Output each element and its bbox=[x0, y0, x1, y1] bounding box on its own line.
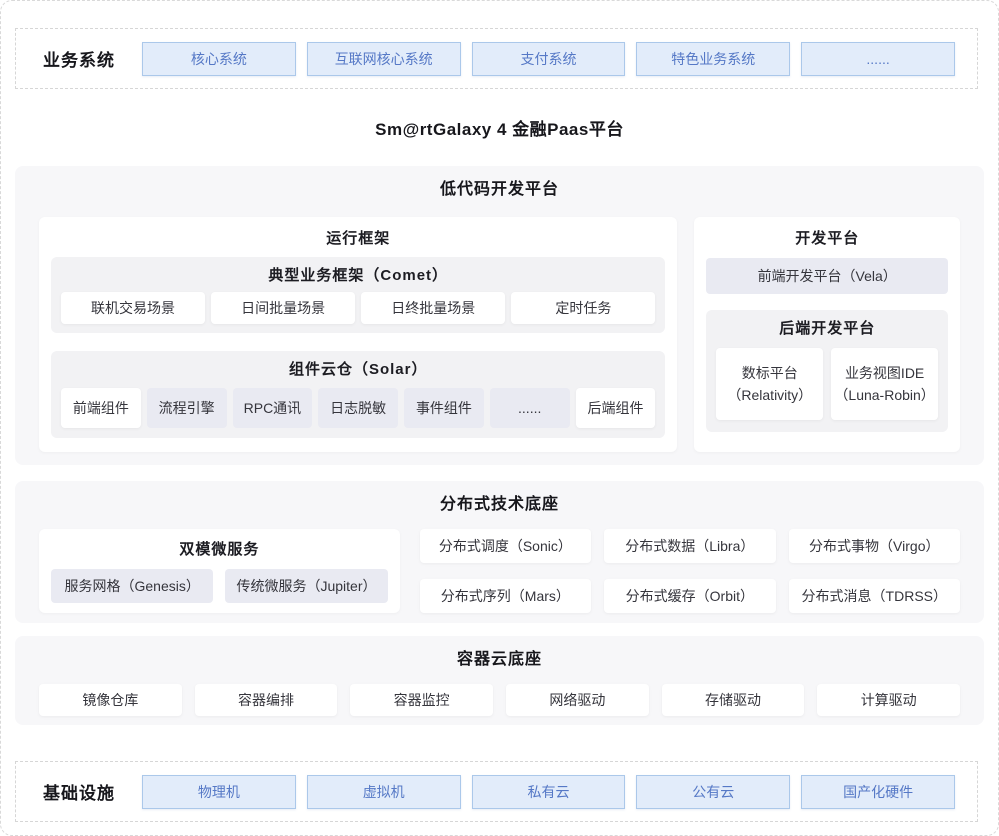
platform-title: Sm@rtGalaxy 4 金融Paas平台 bbox=[1, 115, 998, 140]
business-systems-label: 业务系统 bbox=[16, 46, 142, 71]
distributed-service-item: 分布式序列（Mars） bbox=[420, 579, 591, 613]
solar-item: 流程引擎 bbox=[147, 388, 227, 428]
runtime-framework-panel: 运行框架 典型业务框架（Comet） 联机交易场景 日间批量场景 日终批量场景 … bbox=[39, 217, 677, 452]
infrastructure-box: 物理机 bbox=[142, 775, 296, 809]
container-base-item: 网络驱动 bbox=[506, 684, 649, 716]
low-code-content: 运行框架 典型业务框架（Comet） 联机交易场景 日间批量场景 日终批量场景 … bbox=[39, 217, 960, 452]
backend-dev-panel: 后端开发平台 数标平台 （Relativity） 业务视图IDE （Luna-R… bbox=[706, 310, 948, 432]
comet-title: 典型业务框架（Comet） bbox=[61, 265, 655, 287]
container-base-item: 计算驱动 bbox=[817, 684, 960, 716]
solar-front-item: 前端组件 bbox=[61, 388, 141, 428]
business-systems-boxes: 核心系统 互联网核心系统 支付系统 特色业务系统 ...... bbox=[142, 42, 955, 76]
runtime-framework-title: 运行框架 bbox=[51, 227, 665, 251]
solar-title: 组件云仓（Solar） bbox=[61, 359, 655, 381]
distributed-services-grid: 分布式调度（Sonic） 分布式数据（Libra） 分布式事物（Virgo） 分… bbox=[420, 529, 960, 613]
infrastructure-band: 基础设施 物理机 虚拟机 私有云 公有云 国产化硬件 bbox=[15, 761, 978, 822]
backend-dev-title: 后端开发平台 bbox=[716, 318, 938, 340]
distributed-service-item: 分布式缓存（Orbit） bbox=[604, 579, 775, 613]
infrastructure-label: 基础设施 bbox=[16, 779, 142, 804]
container-base-items: 镜像仓库 容器编排 容器监控 网络驱动 存储驱动 计算驱动 bbox=[39, 684, 960, 716]
distributed-base-section: 分布式技术底座 双模微服务 服务网格（Genesis） 传统微服务（Jupite… bbox=[15, 481, 984, 623]
backend-dev-item-code: （Relativity） bbox=[727, 384, 812, 406]
solar-item: 事件组件 bbox=[404, 388, 484, 428]
distributed-service-item: 分布式事物（Virgo） bbox=[789, 529, 960, 563]
distributed-service-item: 分布式数据（Libra） bbox=[604, 529, 775, 563]
dual-mode-panel: 双模微服务 服务网格（Genesis） 传统微服务（Jupiter） bbox=[39, 529, 400, 613]
dual-mode-item: 服务网格（Genesis） bbox=[51, 569, 213, 603]
business-system-box: 核心系统 bbox=[142, 42, 296, 76]
low-code-platform-section: 低代码开发平台 运行框架 典型业务框架（Comet） 联机交易场景 日间批量场景… bbox=[15, 166, 984, 465]
backend-dev-item-name: 数标平台 bbox=[742, 362, 798, 384]
infrastructure-box: 虚拟机 bbox=[307, 775, 461, 809]
frontend-dev-platform-item: 前端开发平台（Vela） bbox=[706, 258, 948, 294]
distributed-service-item: 分布式调度（Sonic） bbox=[420, 529, 591, 563]
backend-dev-items: 数标平台 （Relativity） 业务视图IDE （Luna-Robin） bbox=[716, 348, 938, 420]
comet-item: 联机交易场景 bbox=[61, 292, 205, 324]
solar-back-item: 后端组件 bbox=[576, 388, 656, 428]
container-base-item: 容器监控 bbox=[350, 684, 493, 716]
dual-mode-item: 传统微服务（Jupiter） bbox=[225, 569, 387, 603]
infrastructure-box: 国产化硬件 bbox=[801, 775, 955, 809]
solar-panel: 组件云仓（Solar） 前端组件 流程引擎 RPC通讯 日志脱敏 事件组件 ..… bbox=[51, 351, 665, 438]
backend-dev-item-name: 业务视图IDE bbox=[845, 362, 924, 384]
solar-item: ...... bbox=[490, 388, 570, 428]
low-code-platform-title: 低代码开发平台 bbox=[39, 178, 960, 202]
infrastructure-box: 公有云 bbox=[636, 775, 790, 809]
container-base-section: 容器云底座 镜像仓库 容器编排 容器监控 网络驱动 存储驱动 计算驱动 bbox=[15, 636, 984, 725]
solar-items: 前端组件 流程引擎 RPC通讯 日志脱敏 事件组件 ...... 后端组件 bbox=[61, 388, 655, 428]
business-systems-band: 业务系统 核心系统 互联网核心系统 支付系统 特色业务系统 ...... bbox=[15, 28, 978, 89]
dev-platform-panel: 开发平台 前端开发平台（Vela） 后端开发平台 数标平台 （Relativit… bbox=[694, 217, 960, 452]
comet-panel: 典型业务框架（Comet） 联机交易场景 日间批量场景 日终批量场景 定时任务 bbox=[51, 257, 665, 333]
dual-mode-title: 双模微服务 bbox=[51, 538, 388, 562]
business-system-box: 支付系统 bbox=[472, 42, 626, 76]
container-base-item: 存储驱动 bbox=[662, 684, 805, 716]
distributed-base-title: 分布式技术底座 bbox=[39, 493, 960, 517]
infrastructure-boxes: 物理机 虚拟机 私有云 公有云 国产化硬件 bbox=[142, 775, 955, 809]
container-base-item: 镜像仓库 bbox=[39, 684, 182, 716]
comet-items: 联机交易场景 日间批量场景 日终批量场景 定时任务 bbox=[61, 292, 655, 324]
comet-item: 日间批量场景 bbox=[211, 292, 355, 324]
backend-dev-item: 数标平台 （Relativity） bbox=[716, 348, 823, 420]
architecture-diagram: 业务系统 核心系统 互联网核心系统 支付系统 特色业务系统 ...... Sm@… bbox=[0, 0, 999, 836]
solar-item: RPC通讯 bbox=[233, 388, 313, 428]
backend-dev-item-code: （Luna-Robin） bbox=[834, 384, 934, 406]
dev-platform-title: 开发平台 bbox=[706, 227, 948, 251]
comet-item: 日终批量场景 bbox=[361, 292, 505, 324]
infrastructure-box: 私有云 bbox=[472, 775, 626, 809]
distributed-content: 双模微服务 服务网格（Genesis） 传统微服务（Jupiter） 分布式调度… bbox=[39, 529, 960, 613]
distributed-service-item: 分布式消息（TDRSS） bbox=[789, 579, 960, 613]
solar-item: 日志脱敏 bbox=[318, 388, 398, 428]
business-system-box: 特色业务系统 bbox=[636, 42, 790, 76]
dual-mode-items: 服务网格（Genesis） 传统微服务（Jupiter） bbox=[51, 569, 388, 603]
container-base-item: 容器编排 bbox=[195, 684, 338, 716]
business-system-box: 互联网核心系统 bbox=[307, 42, 461, 76]
business-system-box: ...... bbox=[801, 42, 955, 76]
backend-dev-item: 业务视图IDE （Luna-Robin） bbox=[831, 348, 938, 420]
container-base-title: 容器云底座 bbox=[39, 648, 960, 672]
comet-item: 定时任务 bbox=[511, 292, 655, 324]
